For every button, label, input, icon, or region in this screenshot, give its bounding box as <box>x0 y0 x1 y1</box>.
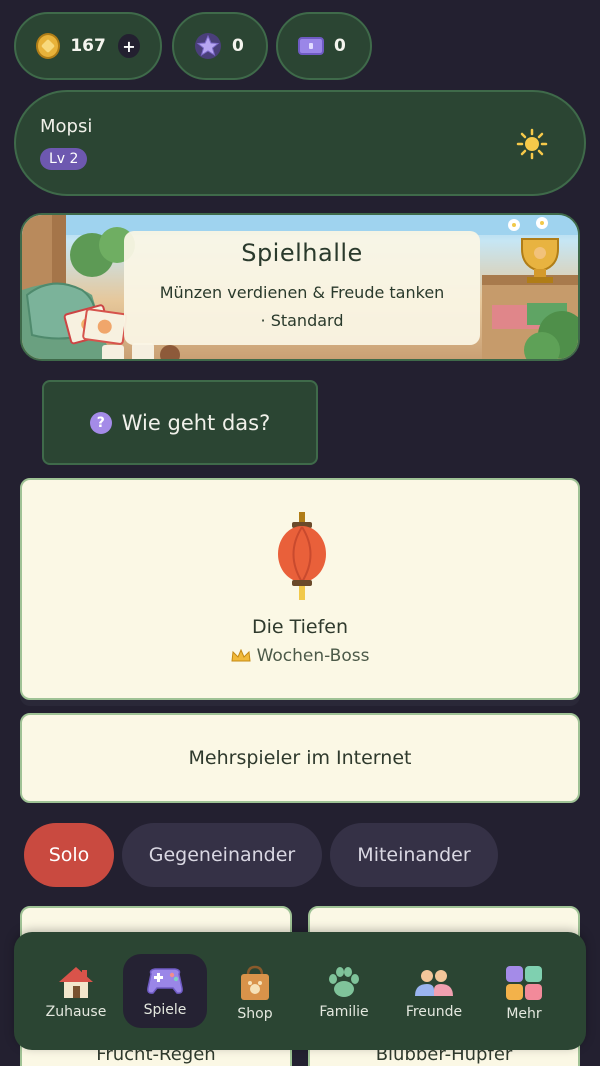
nav-label: Shop <box>237 1006 273 1022</box>
boss-name: Die Tiefen <box>251 616 349 638</box>
add-coins-button[interactable]: + <box>117 34 140 58</box>
online-multiplayer-label: Mehrspieler im Internet <box>188 747 412 769</box>
coin-count: 167 <box>70 36 106 56</box>
shopping-bag-icon <box>241 965 269 1000</box>
arcade-banner: Spielhalle Münzen verdienen & Freude tan… <box>20 213 580 361</box>
how-it-works-label: Wie geht das? <box>121 410 271 435</box>
grid-icon <box>506 966 542 1000</box>
star-icon <box>194 32 222 60</box>
nav-item-home[interactable]: Zuhause <box>34 956 118 1028</box>
banner-text-card: Spielhalle Münzen verdienen & Freude tan… <box>124 231 480 345</box>
friends-icon <box>415 970 453 996</box>
star-count: 0 <box>232 36 244 56</box>
nav-label: Freunde <box>405 1004 463 1020</box>
nav-item-friends[interactable]: Freunde <box>392 956 476 1028</box>
online-multiplayer-button[interactable]: Mehrspieler im Internet <box>20 713 580 803</box>
house-icon <box>59 967 93 998</box>
banner-subtitle-line2: · Standard <box>260 311 344 330</box>
mode-chip-solo[interactable]: Solo <box>24 823 114 887</box>
lantern-icon <box>278 512 326 600</box>
ticket-icon <box>298 37 324 55</box>
mode-chip-coop[interactable]: Miteinander <box>330 823 498 887</box>
nav-label: Spiele <box>143 1002 187 1018</box>
nav-item-family[interactable]: Familie <box>302 956 386 1028</box>
mode-chip-versus[interactable]: Gegeneinander <box>122 823 322 887</box>
player-name: Mopsi <box>40 116 93 137</box>
gamepad-icon <box>147 968 183 994</box>
profile-card[interactable]: Mopsi Lv 2 <box>14 90 586 196</box>
bottom-navigation: Zuhause Spiele Shop Familie Freunde Mehr <box>14 932 586 1050</box>
boss-tag-label: Wochen-Boss <box>256 646 370 666</box>
how-it-works-button[interactable]: ? Wie geht das? <box>42 380 318 465</box>
coin-icon <box>36 33 61 59</box>
coins-pill[interactable]: 167 + <box>14 12 162 80</box>
stars-pill[interactable]: 0 <box>172 12 268 80</box>
nav-item-shop[interactable]: Shop <box>213 956 297 1028</box>
ticket-count: 0 <box>334 36 346 56</box>
tickets-pill[interactable]: 0 <box>276 12 372 80</box>
weekly-boss-card[interactable]: Die Tiefen Wochen-Boss <box>20 478 580 700</box>
nav-label: Familie <box>319 1004 369 1020</box>
nav-item-games[interactable]: Spiele <box>123 954 207 1028</box>
sun-icon[interactable] <box>516 128 548 160</box>
nav-item-more[interactable]: Mehr <box>482 956 566 1028</box>
crown-icon <box>231 649 251 662</box>
paw-icon <box>329 967 359 997</box>
banner-subtitle: Münzen verdienen & Freude tanken · Stand… <box>124 279 480 335</box>
question-icon: ? <box>89 411 112 434</box>
banner-subtitle-line1: Münzen verdienen & Freude tanken <box>159 283 445 302</box>
nav-label: Mehr <box>506 1006 542 1022</box>
nav-label: Zuhause <box>45 1004 107 1020</box>
banner-title: Spielhalle <box>241 239 363 267</box>
boss-tag: Wochen-Boss <box>22 646 578 666</box>
level-badge: Lv 2 <box>40 148 88 170</box>
